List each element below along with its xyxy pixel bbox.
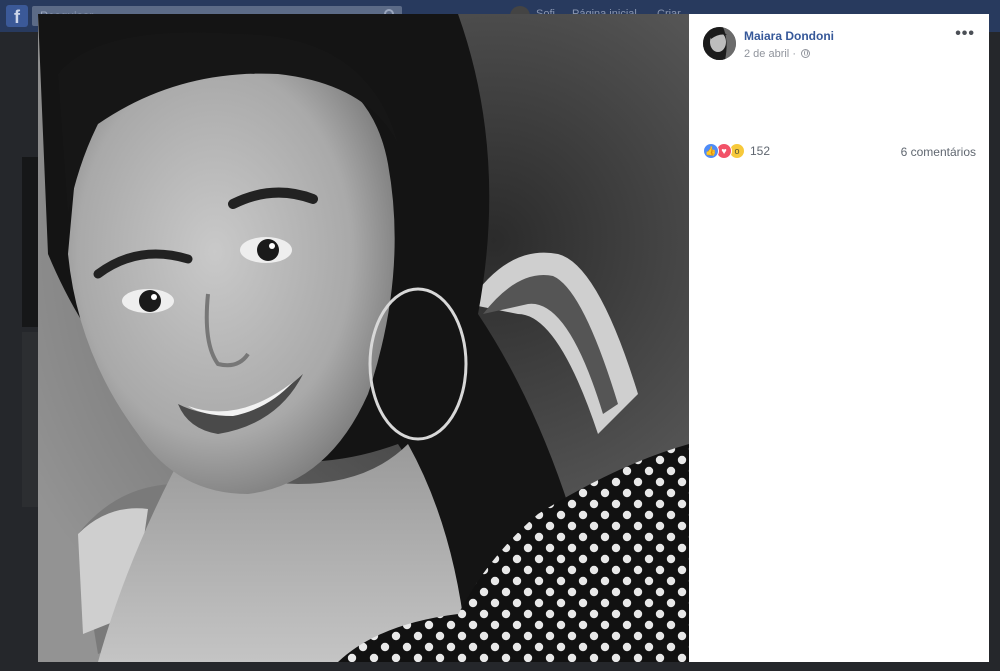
meta-separator: ·: [792, 48, 796, 60]
photo-image: [38, 14, 689, 662]
post-meta: 2 de abril ·: [744, 48, 811, 60]
post-details-panel: Maiara Dondoni 2 de abril · ••• 👍 ♥ o 15…: [689, 14, 989, 662]
more-options-button[interactable]: •••: [955, 26, 975, 42]
like-icon: 👍: [703, 143, 719, 159]
author-avatar-image: [703, 27, 736, 60]
post-photo[interactable]: [38, 14, 689, 662]
globe-icon[interactable]: [801, 49, 811, 58]
facebook-logo-icon[interactable]: f: [6, 5, 28, 27]
reaction-count[interactable]: 152: [750, 144, 770, 158]
post-date-link[interactable]: 2 de abril: [744, 48, 789, 60]
author-name-link[interactable]: Maiara Dondoni: [744, 29, 834, 43]
reactions-summary[interactable]: 👍 ♥ o 152: [703, 143, 770, 159]
author-avatar[interactable]: [703, 27, 736, 60]
comments-count-link[interactable]: 6 comentários: [901, 145, 976, 159]
